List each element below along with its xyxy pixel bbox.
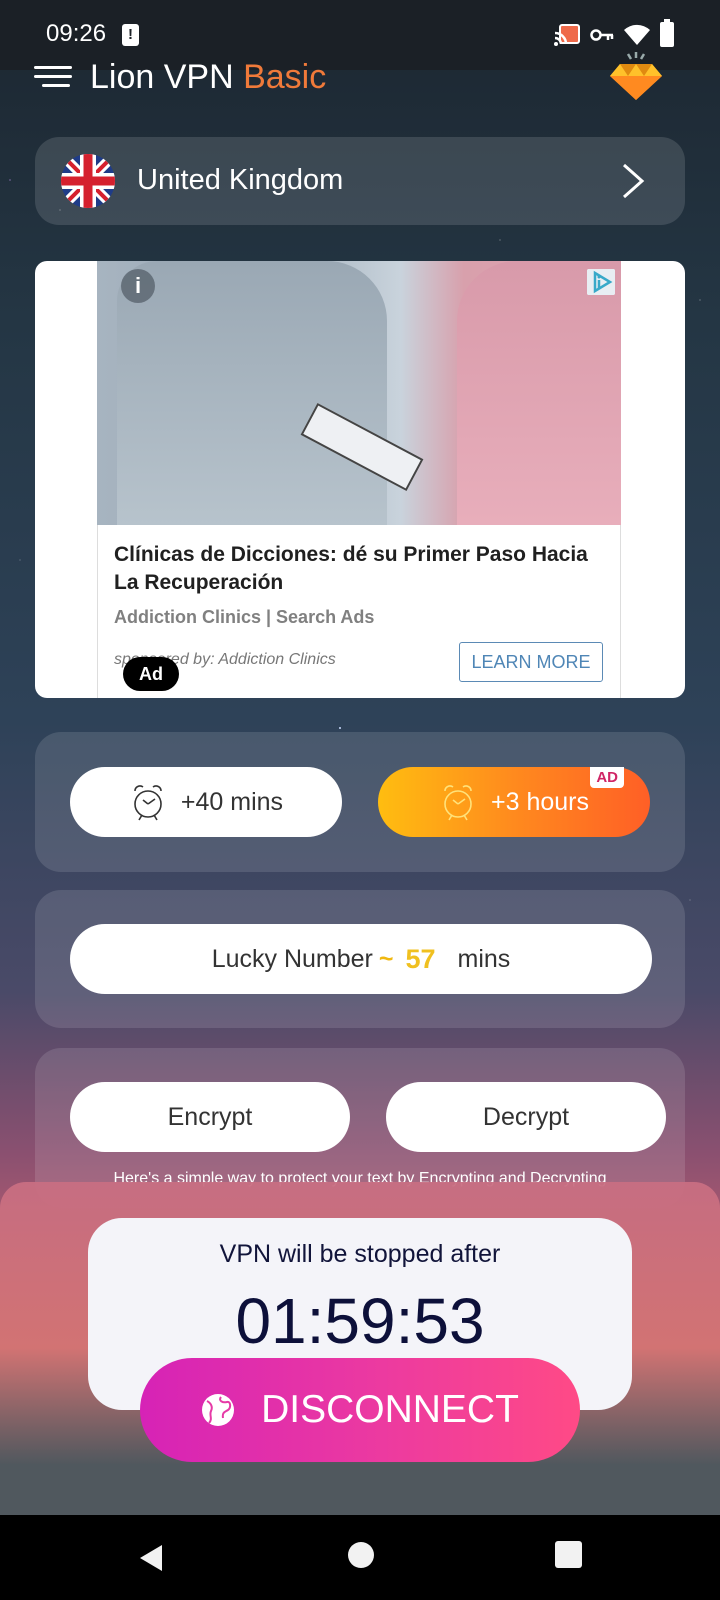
ad-image-figure-right	[457, 261, 621, 525]
sim-alert-icon: !	[122, 24, 139, 46]
add-40-mins-button[interactable]: +40 mins	[70, 767, 342, 837]
server-location-selector[interactable]: United Kingdom	[35, 137, 685, 225]
ad-image-figure-left	[117, 261, 387, 525]
native-ad-card[interactable]: i Clínicas de Dicciones: dé su Primer Pa…	[35, 261, 685, 698]
adchoices-icon[interactable]	[587, 269, 615, 295]
lucky-number-value: 57	[405, 943, 436, 974]
add-40-mins-label: +40 mins	[180, 787, 284, 816]
chevron-right-icon	[623, 163, 645, 199]
status-time: 09:26	[46, 20, 107, 47]
timer-label: VPN will be stopped after	[219, 1240, 501, 1268]
ad-tag: AD	[590, 767, 624, 788]
encrypt-label: Encrypt	[167, 1102, 253, 1131]
info-icon[interactable]: i	[121, 269, 155, 303]
battery-icon	[660, 19, 674, 47]
alarm-clock-icon	[134, 785, 162, 821]
lucky-number-unit: mins	[457, 944, 511, 973]
decrypt-button[interactable]: Decrypt	[386, 1082, 666, 1152]
add-3-hours-label: +3 hours	[491, 787, 589, 816]
lucky-tilde: ~	[378, 944, 394, 973]
app-name: Lion VPN	[90, 58, 234, 96]
plan-label: Basic	[243, 58, 327, 96]
lucky-number-button[interactable]: Lucky Number ~ 57 mins	[70, 924, 652, 994]
wifi-icon	[624, 24, 650, 45]
add-3-hours-button[interactable]: +3 hours AD	[378, 767, 650, 837]
disconnect-label: DISCONNECT	[261, 1388, 519, 1431]
ad-image[interactable]: i	[97, 261, 621, 525]
lucky-number-panel: Lucky Number ~ 57 mins	[35, 890, 685, 1028]
lucky-number-label: Lucky Number	[211, 944, 373, 973]
ad-headline[interactable]: Clínicas de Dicciones: dé su Primer Paso…	[114, 541, 594, 597]
extend-time-panel: +40 mins +3 hours AD	[35, 732, 685, 872]
decrypt-label: Decrypt	[482, 1102, 570, 1131]
system-nav-bar	[0, 1515, 720, 1600]
app-header: Lion VPN Basic	[0, 50, 720, 110]
back-icon[interactable]	[138, 1543, 164, 1573]
diamond-icon[interactable]	[606, 50, 666, 102]
recents-icon[interactable]	[555, 1541, 582, 1568]
learn-more-button[interactable]: LEARN MORE	[459, 642, 603, 682]
disconnect-button[interactable]: DISCONNECT	[140, 1358, 580, 1462]
timer-value: 01:59:53	[235, 1285, 485, 1357]
status-icons	[554, 19, 674, 47]
globe-icon	[202, 1394, 235, 1426]
home-icon[interactable]	[348, 1542, 374, 1568]
cast-icon	[554, 23, 580, 46]
ad-badge: Ad	[123, 657, 179, 691]
vpn-key-icon	[590, 24, 614, 46]
country-name: United Kingdom	[137, 164, 344, 196]
app-title: Lion VPN Basic	[90, 58, 326, 97]
alarm-clock-icon	[444, 785, 472, 821]
uk-flag-icon	[61, 154, 115, 208]
hamburger-menu-icon[interactable]	[34, 66, 72, 88]
ad-advertiser: Addiction Clinics | Search Ads	[114, 607, 375, 627]
encrypt-button[interactable]: Encrypt	[70, 1082, 350, 1152]
